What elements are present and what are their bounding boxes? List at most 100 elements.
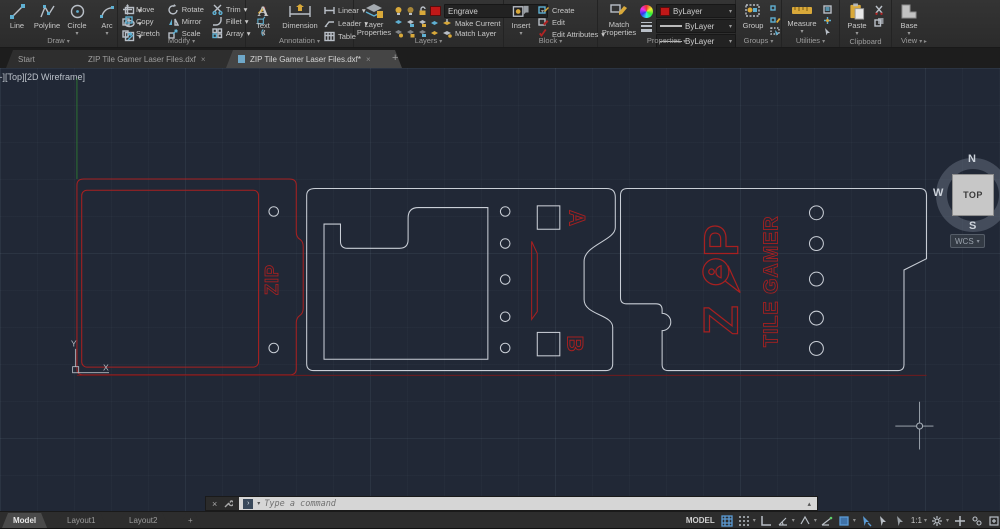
ungroup-icon[interactable] bbox=[770, 5, 781, 14]
hole-circle[interactable] bbox=[809, 237, 823, 251]
clean-screen-icon[interactable] bbox=[953, 514, 966, 527]
hole-circle[interactable] bbox=[269, 207, 279, 217]
polar-tracking-icon[interactable] bbox=[777, 514, 790, 527]
model-geometry[interactable]: ZIP A B Z P bbox=[0, 68, 1000, 511]
make-current-button[interactable]: Make Current bbox=[442, 19, 500, 28]
hole-circle[interactable] bbox=[269, 343, 279, 353]
line-button[interactable]: Line bbox=[4, 2, 30, 37]
command-history-icon[interactable]: ▴ bbox=[807, 500, 813, 508]
annotation-person-icon[interactable] bbox=[894, 514, 907, 527]
paste-button[interactable]: Paste ▾ bbox=[844, 2, 870, 37]
color-wheel-icon[interactable] bbox=[640, 5, 653, 18]
text-button[interactable]: A Text ▾ bbox=[250, 2, 276, 37]
layer-freeze2-icon[interactable] bbox=[430, 19, 439, 28]
copy-clip-icon[interactable] bbox=[874, 17, 885, 27]
hole-circle[interactable] bbox=[500, 275, 510, 285]
square-cutout-a[interactable] bbox=[537, 206, 560, 229]
viewcube-south[interactable]: S bbox=[969, 220, 976, 232]
quick-calc-icon[interactable] bbox=[822, 5, 833, 14]
id-point-icon[interactable] bbox=[822, 16, 833, 25]
new-drawing-tab-button[interactable]: + bbox=[392, 52, 398, 64]
arc-button[interactable]: Arc ▾ bbox=[94, 2, 120, 37]
layer-unisolate-icon[interactable] bbox=[418, 19, 427, 28]
snap-mode-icon[interactable] bbox=[738, 514, 751, 527]
viewcube-top-face[interactable]: TOP bbox=[952, 174, 994, 216]
viewcube-north[interactable]: N bbox=[968, 153, 976, 165]
hole-circle[interactable] bbox=[809, 342, 823, 356]
layer-freeze-icon[interactable] bbox=[406, 6, 415, 16]
fillet-button[interactable]: Fillet▾ bbox=[212, 16, 251, 27]
layer-color-swatch[interactable] bbox=[430, 6, 441, 16]
layer-on-icon[interactable] bbox=[394, 6, 403, 16]
match-properties-button[interactable]: Match Properties bbox=[602, 2, 636, 37]
hole-circle[interactable] bbox=[500, 207, 510, 217]
base-button[interactable]: Base ▾ bbox=[896, 2, 922, 37]
move-button[interactable]: Move bbox=[122, 4, 160, 15]
red-inner-rect[interactable] bbox=[82, 190, 259, 367]
annotation-autoscale-icon[interactable] bbox=[877, 514, 890, 527]
zip-engraving-small[interactable]: ZIP bbox=[262, 264, 282, 295]
hole-circle[interactable] bbox=[500, 343, 510, 353]
customization-icon[interactable] bbox=[987, 514, 1000, 527]
tab-layout1[interactable]: Layout1 bbox=[56, 513, 106, 528]
lineweight-dropdown[interactable]: ByLayer▾ bbox=[656, 19, 736, 33]
layer-properties-button[interactable]: Layer Properties bbox=[358, 2, 390, 37]
isodraft-icon[interactable] bbox=[799, 514, 812, 527]
viewcube-west[interactable]: W bbox=[933, 187, 943, 199]
command-input[interactable]: › ▾ Type a command ▴ bbox=[239, 497, 817, 510]
layer-state-icon[interactable] bbox=[394, 19, 403, 28]
quick-select-icon[interactable] bbox=[822, 27, 833, 36]
hole-circle[interactable] bbox=[500, 239, 510, 249]
hole-circle[interactable] bbox=[500, 312, 510, 322]
insert-button[interactable]: Insert ▾ bbox=[508, 2, 534, 37]
dimension-button[interactable]: Dimension bbox=[280, 2, 320, 37]
tab-layout2[interactable]: Layout2 bbox=[118, 513, 168, 528]
command-customize-icon[interactable] bbox=[223, 499, 233, 509]
isolate-objects-icon[interactable] bbox=[970, 514, 983, 527]
hole-circle[interactable] bbox=[809, 272, 823, 286]
copy-button[interactable]: Copy bbox=[122, 16, 160, 27]
measure-button[interactable]: Measure ▾ bbox=[786, 2, 818, 37]
layer-unlock-icon[interactable] bbox=[418, 6, 427, 16]
new-layout-button[interactable]: + bbox=[180, 513, 201, 528]
annotation-visibility-icon[interactable] bbox=[860, 514, 873, 527]
edit-block-button[interactable]: Edit bbox=[538, 17, 565, 27]
trim-button[interactable]: Trim▾ bbox=[212, 4, 251, 15]
close-icon[interactable]: × bbox=[201, 55, 206, 64]
tab-model[interactable]: Model bbox=[2, 513, 47, 528]
workspace-gear-icon[interactable] bbox=[931, 514, 944, 527]
object-color-dropdown[interactable]: ByLayer▾ bbox=[656, 4, 736, 18]
lineweight-icon[interactable] bbox=[640, 21, 653, 32]
close-icon[interactable]: × bbox=[366, 55, 371, 64]
mirror-button[interactable]: Mirror bbox=[168, 16, 204, 27]
group-edit-icon[interactable] bbox=[770, 16, 781, 25]
polyline-button[interactable]: Polyline bbox=[34, 2, 60, 37]
label-a-engraving[interactable]: A bbox=[564, 210, 589, 226]
wcs-dropdown[interactable]: WCS▾ bbox=[950, 234, 985, 248]
label-b-engraving[interactable]: B bbox=[563, 336, 588, 352]
grid-display-icon[interactable] bbox=[721, 514, 734, 527]
create-block-button[interactable]: Create bbox=[538, 5, 575, 15]
object-snap-icon[interactable] bbox=[838, 514, 851, 527]
annotation-scale-button[interactable]: 1:1 bbox=[911, 516, 922, 525]
osnap-tracking-icon[interactable] bbox=[821, 514, 834, 527]
ortho-mode-icon[interactable] bbox=[760, 514, 773, 527]
circle-button[interactable]: Circle ▾ bbox=[64, 2, 90, 37]
red-sliver-engraving[interactable] bbox=[532, 241, 538, 319]
drawing-canvas[interactable]: [-][Top][2D Wireframe] ZIP A B bbox=[0, 68, 1000, 511]
tile-gamer-engraving[interactable]: TILE GAMER bbox=[760, 215, 782, 347]
zip-logo-engraving[interactable]: Z P bbox=[695, 224, 749, 335]
rotate-button[interactable]: Rotate bbox=[168, 4, 204, 15]
tab-drawing-inactive[interactable]: ZIP Tile Gamer Laser Files.dxf× bbox=[76, 50, 242, 68]
model-space-label[interactable]: MODEL bbox=[686, 516, 715, 525]
group-button[interactable]: Group bbox=[740, 2, 766, 37]
square-cutout-b[interactable] bbox=[537, 332, 560, 355]
group-select-icon[interactable] bbox=[770, 27, 781, 36]
cut-icon[interactable] bbox=[874, 5, 885, 15]
middle-inner-cutout[interactable] bbox=[324, 208, 488, 360]
command-close-icon[interactable]: × bbox=[212, 499, 217, 509]
layer-isolate-icon[interactable] bbox=[406, 19, 415, 28]
hole-circle[interactable] bbox=[809, 206, 823, 220]
hole-circle[interactable] bbox=[809, 311, 823, 325]
tab-drawing-active[interactable]: ZIP Tile Gamer Laser Files.dxf*× bbox=[226, 50, 402, 68]
